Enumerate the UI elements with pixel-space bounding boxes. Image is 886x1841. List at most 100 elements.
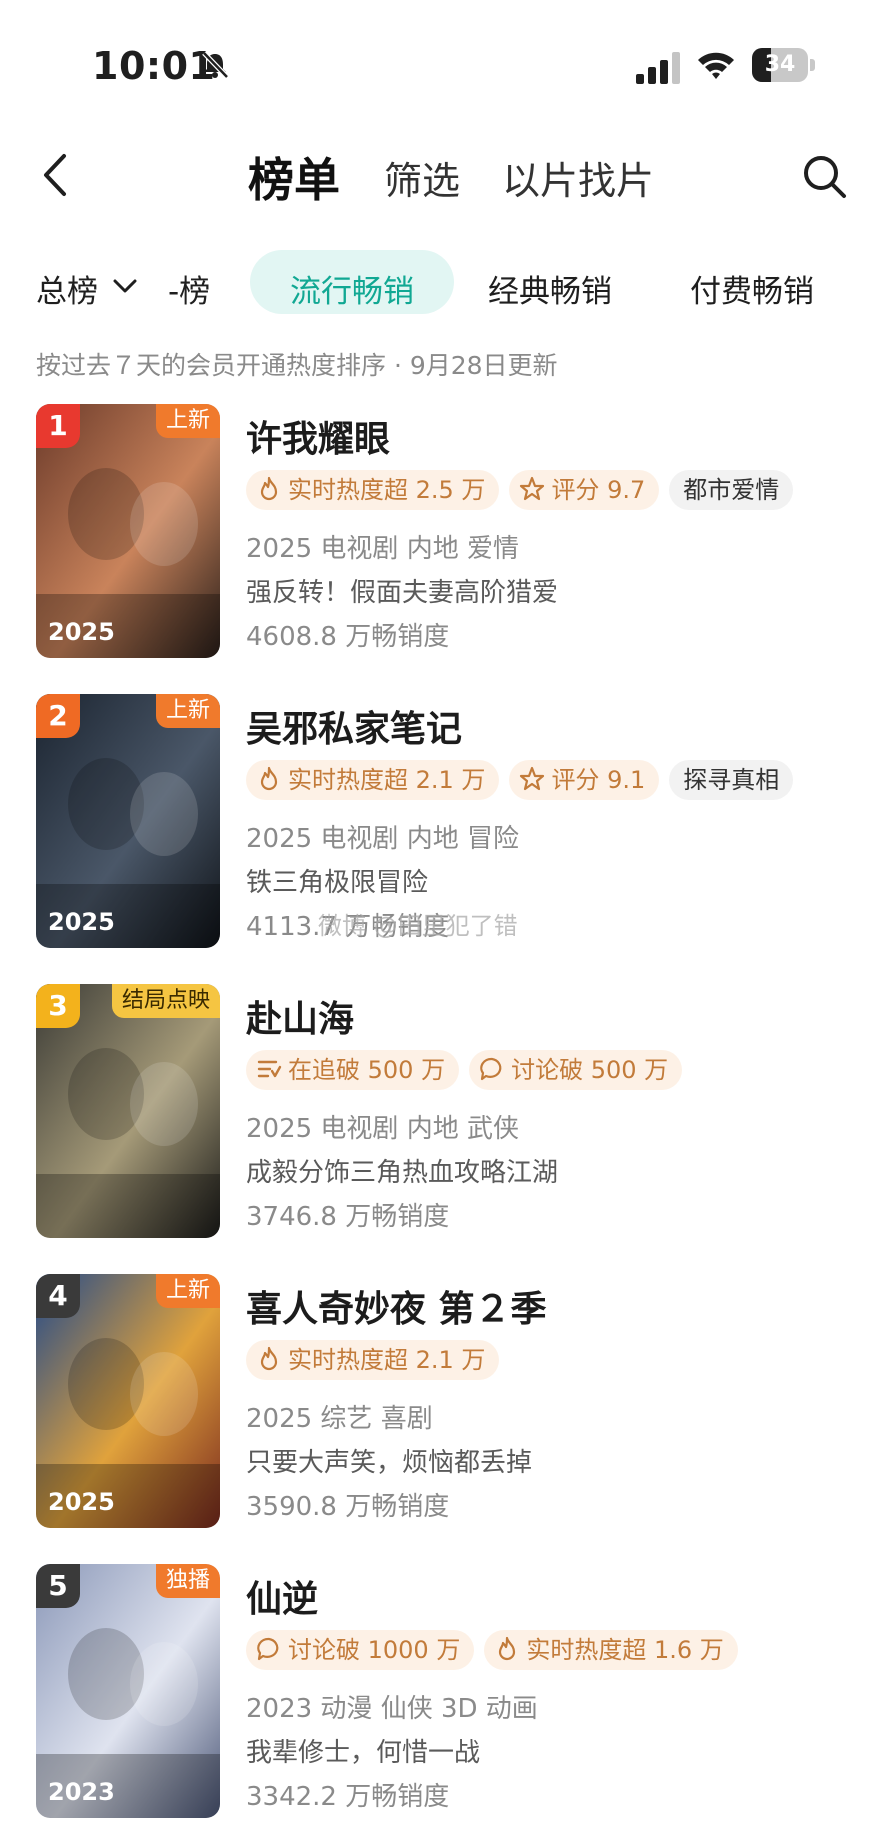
comment-icon [480, 1057, 502, 1081]
comment-icon [257, 1637, 279, 1661]
item-tag-label: 评分 9.1 [551, 766, 646, 794]
flame-icon [260, 766, 278, 791]
category-main-dropdown[interactable]: 总榜 [36, 266, 98, 311]
star-icon [520, 766, 545, 791]
category-bar: 总榜 -榜 流行畅销 经典畅销 付费畅销 [0, 250, 886, 320]
wifi-icon [698, 52, 734, 79]
item-tag-label: 评分 9.7 [551, 476, 646, 504]
back-arrow-icon[interactable] [36, 152, 76, 198]
tab-filter[interactable]: 筛选 [384, 150, 460, 205]
rank-number: 1 [36, 404, 80, 448]
poster-year: 2025 [48, 1488, 115, 1516]
item-sales: 4608.8 万畅销度 [246, 622, 450, 652]
list-item[interactable]: 5 独播 2023 仙逆 讨论破 1000 万 实时热度超 1.6 万 2023 … [0, 1564, 886, 1824]
item-title[interactable]: 许我耀眼 [246, 410, 390, 462]
item-tag: 在追破 500 万 [246, 1050, 460, 1090]
item-meta: 2025 电视剧 内地 武侠 [246, 1114, 519, 1144]
item-tag: 实时热度超 2.5 万 [246, 470, 500, 510]
item-tag-label: 实时热度超 2.1 万 [288, 766, 486, 794]
item-description: 成毅分饰三角热血攻略江湖 [246, 1158, 559, 1188]
item-meta: 2025 综艺 喜剧 [246, 1404, 433, 1434]
list-item[interactable]: 1 上新 2025 许我耀眼 实时热度超 2.5 万 评分 9.7 都市爱情 202… [0, 404, 886, 664]
item-title[interactable]: 喜人奇妙夜 第２季 [246, 1280, 547, 1332]
item-tag: 评分 9.1 [509, 760, 660, 800]
category-tab-paid[interactable]: 付费畅销 [690, 266, 814, 311]
ranking-description: 按过去７天的会员开通热度排序 · 9月28日更新 [36, 351, 558, 380]
status-badge: 结局点映 [111, 984, 220, 1018]
category-tab-popular-label: 流行畅销 [290, 274, 414, 310]
item-tags: 实时热度超 2.1 万 [246, 1340, 509, 1380]
status-badge: 独播 [155, 1564, 220, 1598]
rank-number: 4 [36, 1274, 80, 1318]
item-meta: 2025 电视剧 内地 爱情 [246, 534, 519, 564]
item-tags: 实时热度超 2.1 万 评分 9.1 探寻真相 [246, 760, 803, 800]
bell-muted-icon [202, 51, 229, 79]
rank-number: 5 [36, 1564, 80, 1608]
flame-icon [260, 1346, 278, 1371]
category-tab-popular[interactable]: 流行畅销 [250, 250, 454, 314]
status-badge: 上新 [155, 1274, 220, 1308]
item-tags: 在追破 500 万 讨论破 500 万 [246, 1050, 692, 1090]
item-title[interactable]: 赴山海 [246, 990, 354, 1042]
item-title[interactable]: 吴邪私家笔记 [246, 700, 462, 752]
item-tag: 讨论破 1000 万 [246, 1630, 475, 1670]
chevron-down-icon[interactable] [112, 278, 138, 294]
item-tag-label: 在追破 500 万 [288, 1056, 446, 1084]
item-tags: 实时热度超 2.5 万 评分 9.7 都市爱情 [246, 470, 803, 510]
status-bar: 10:01 34 [0, 0, 886, 120]
rank-number: 2 [36, 694, 80, 738]
flame-icon [260, 476, 278, 501]
item-meta: 2025 电视剧 内地 冒险 [246, 824, 519, 854]
item-sales: 3342.2 万畅销度 [246, 1782, 450, 1812]
item-description: 铁三角极限冒险 [246, 868, 429, 898]
rank-number: 3 [36, 984, 80, 1028]
item-tag: 探寻真相 [669, 760, 794, 800]
poster-image[interactable]: 5 独播 2023 [36, 1564, 220, 1818]
category-tab-partial[interactable]: -榜 [168, 266, 210, 311]
item-tag: 实时热度超 1.6 万 [484, 1630, 738, 1670]
item-tag: 评分 9.7 [509, 470, 660, 510]
poster-image[interactable]: 3 结局点映 [36, 984, 220, 1238]
tab-ranking[interactable]: 榜单 [248, 144, 340, 210]
battery-icon: 34 [752, 48, 816, 82]
poster-year: 2025 [48, 908, 115, 936]
tab-find-by-film[interactable]: 以片找片 [502, 150, 654, 205]
item-tag-label: 实时热度超 1.6 万 [526, 1636, 724, 1664]
list-item[interactable]: 3 结局点映 赴山海 在追破 500 万 讨论破 500 万 2025 电视剧 内… [0, 984, 886, 1244]
item-sales: 3746.8 万畅销度 [246, 1202, 450, 1232]
item-title[interactable]: 仙逆 [246, 1570, 318, 1622]
star-icon [520, 476, 545, 501]
item-tag-label: 实时热度超 2.1 万 [288, 1346, 486, 1374]
flame-icon [499, 1636, 516, 1661]
item-description: 只要大声笑，烦恼都丢掉 [246, 1448, 533, 1478]
poster-image[interactable]: 2 上新 2025 [36, 694, 220, 948]
status-badge: 上新 [155, 694, 220, 728]
poster-image[interactable]: 4 上新 2025 [36, 1274, 220, 1528]
item-tags: 讨论破 1000 万 实时热度超 1.6 万 [246, 1630, 748, 1670]
poster-year: 2023 [48, 1778, 115, 1806]
item-tag-label: 实时热度超 2.5 万 [288, 476, 486, 504]
category-tab-classic[interactable]: 经典畅销 [488, 266, 612, 311]
item-tag-label: 讨论破 500 万 [511, 1056, 669, 1084]
watermark: 微博 @田里犯了错 [318, 912, 518, 940]
cellular-signal-icon [636, 52, 680, 84]
status-time: 10:01 [92, 44, 216, 88]
item-sales: 3590.8 万畅销度 [246, 1492, 450, 1522]
search-icon[interactable] [800, 152, 848, 200]
item-meta: 2023 动漫 仙侠 3D 动画 [246, 1694, 538, 1724]
item-description: 强反转！假面夫妻高阶猎爱 [246, 578, 559, 608]
item-tag: 都市爱情 [669, 470, 794, 510]
list-item[interactable]: 4 上新 2025 喜人奇妙夜 第２季 实时热度超 2.1 万 2025 综艺 … [0, 1274, 886, 1534]
item-description: 我辈修士，何惜一战 [246, 1738, 481, 1768]
item-tag: 讨论破 500 万 [469, 1050, 683, 1090]
battery-level: 34 [764, 52, 796, 77]
poster-image[interactable]: 1 上新 2025 [36, 404, 220, 658]
item-tag-label: 都市爱情 [683, 476, 780, 504]
list-icon [257, 1060, 282, 1078]
item-tag-label: 探寻真相 [683, 766, 780, 794]
poster-year: 2025 [48, 618, 115, 646]
top-nav: 榜单 筛选 以片找片 [0, 130, 886, 220]
item-tag: 实时热度超 2.1 万 [246, 760, 500, 800]
status-badge: 上新 [155, 404, 220, 438]
item-tag-label: 讨论破 1000 万 [288, 1636, 461, 1664]
